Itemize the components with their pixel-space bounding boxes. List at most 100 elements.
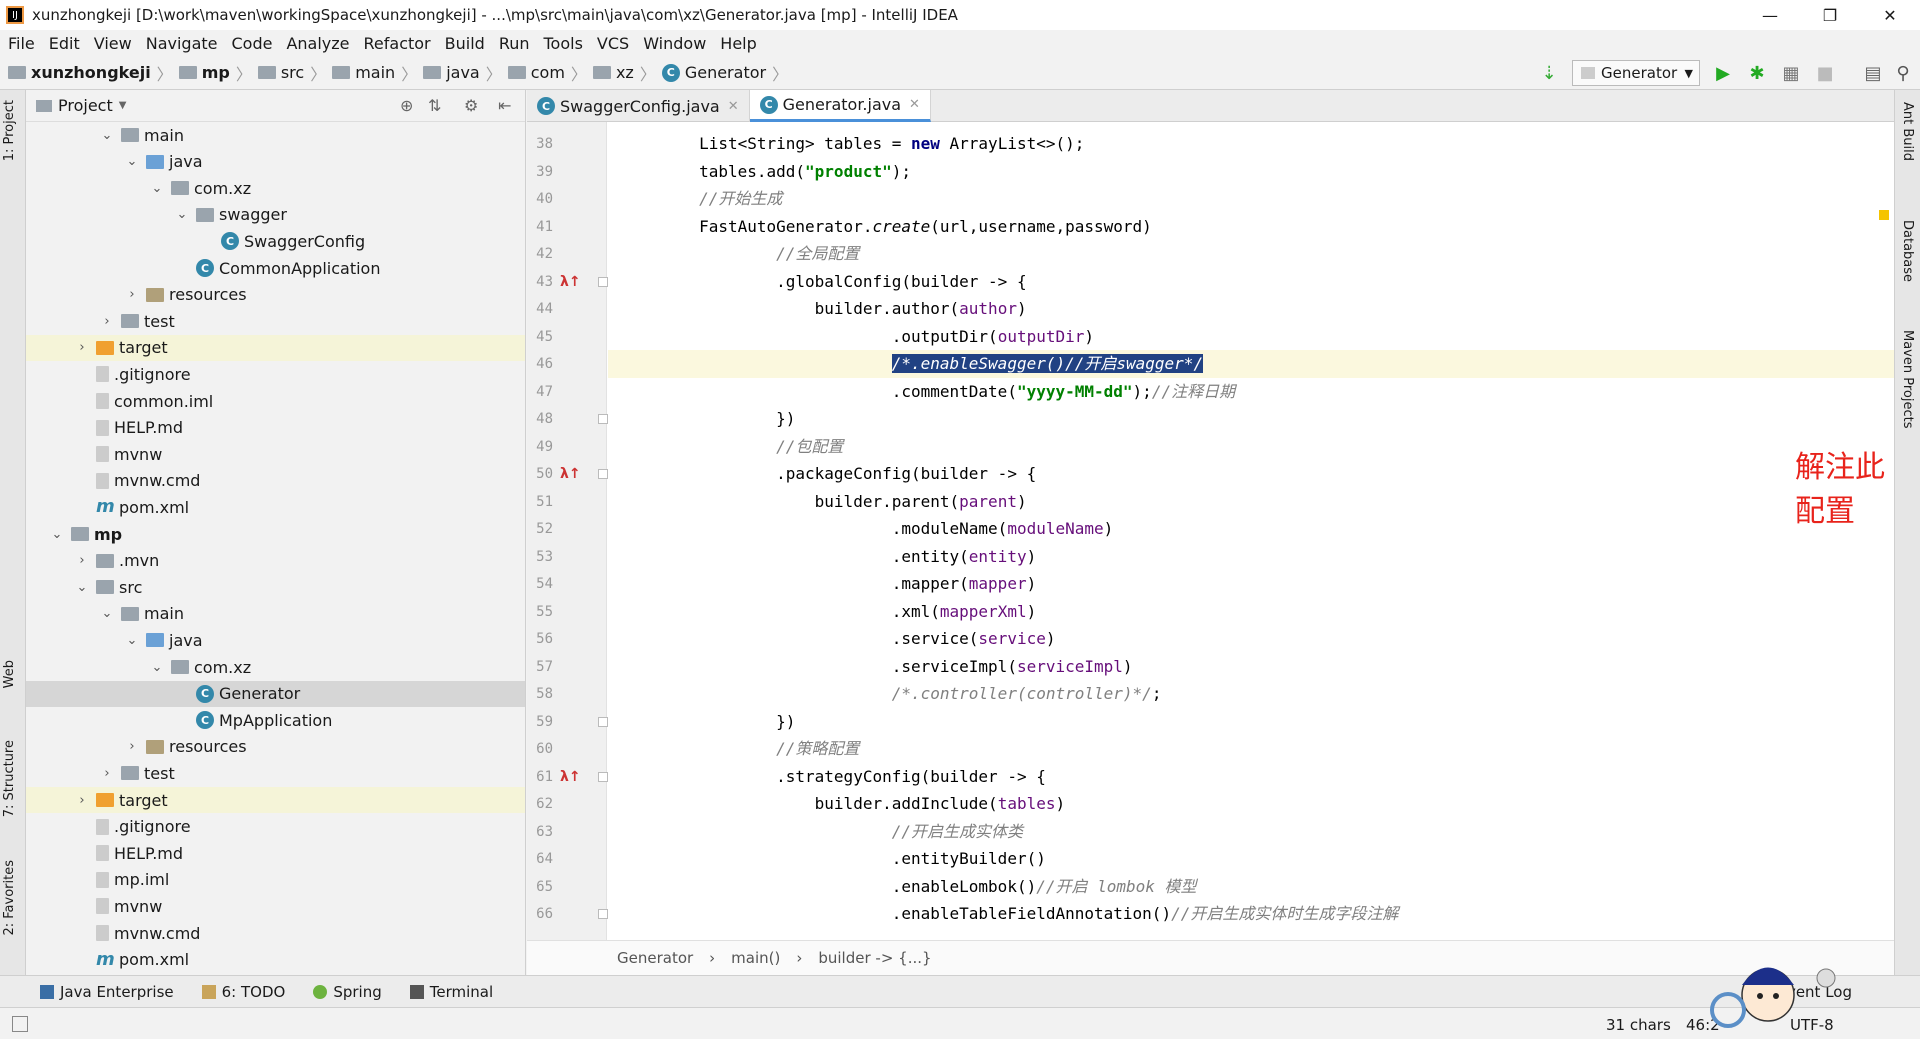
lambda-override-icon[interactable]: λ↑: [560, 466, 581, 482]
tool-tab-web[interactable]: Web: [2, 660, 17, 688]
tree-node[interactable]: HELP.md: [26, 415, 525, 441]
tree-node[interactable]: mvnw.cmd: [26, 468, 525, 494]
tree-node[interactable]: m pom.xml: [26, 947, 525, 973]
menu-file[interactable]: File: [8, 34, 35, 53]
tree-node[interactable]: ⌄ java: [26, 149, 525, 175]
code-line[interactable]: tables.add("product");: [608, 158, 1894, 186]
tab-terminal[interactable]: Terminal: [409, 983, 493, 1001]
tree-node[interactable]: › target: [26, 787, 525, 813]
fold-marker-icon[interactable]: [598, 469, 608, 479]
project-structure-icon[interactable]: ▤: [1862, 62, 1884, 84]
restore-button[interactable]: ❐: [1800, 0, 1860, 30]
breadcrumb-item[interactable]: com 〉: [507, 61, 587, 85]
code-line[interactable]: .xml(mapperXml): [608, 598, 1894, 626]
code-line[interactable]: .enableLombok()//开启 lombok 模型: [608, 873, 1894, 901]
tree-node[interactable]: mvnw: [26, 893, 525, 919]
stop-icon[interactable]: ■: [1814, 62, 1836, 84]
menu-window[interactable]: Window: [643, 34, 706, 53]
tree-node[interactable]: C SwaggerConfig: [26, 228, 525, 254]
tree-node[interactable]: › .mvn: [26, 548, 525, 574]
tree-node[interactable]: ⌄ mp: [26, 521, 525, 547]
breadcrumb-item[interactable]: main 〉: [332, 61, 417, 85]
code-line[interactable]: /*.enableSwagger()//开启swagger*/: [608, 350, 1894, 378]
code-line[interactable]: .service(service): [608, 625, 1894, 653]
tree-node[interactable]: mvnw.cmd: [26, 920, 525, 946]
chevron-down-icon[interactable]: ⌄: [124, 154, 140, 169]
tree-node[interactable]: HELP.md: [26, 840, 525, 866]
toggle-tool-windows-icon[interactable]: [12, 1016, 28, 1032]
chevron-right-icon[interactable]: ›: [74, 340, 90, 355]
tool-tab-database[interactable]: Database: [1900, 220, 1915, 282]
close-tab-icon[interactable]: ✕: [728, 99, 739, 114]
chevron-right-icon[interactable]: ›: [74, 553, 90, 568]
tool-tab-project[interactable]: 1: Project: [2, 100, 17, 161]
tree-node[interactable]: C MpApplication: [26, 707, 525, 733]
tree-node[interactable]: › test: [26, 760, 525, 786]
editor-tab[interactable]: C Generator.java ✕: [749, 90, 931, 122]
lambda-override-icon[interactable]: λ↑: [560, 769, 581, 785]
code-area[interactable]: List<String> tables = new ArrayList<>();…: [608, 122, 1894, 940]
locate-icon[interactable]: ⊕: [400, 96, 413, 115]
close-button[interactable]: ✕: [1860, 0, 1920, 30]
tree-node[interactable]: ⌄ com.xz: [26, 654, 525, 680]
menu-edit[interactable]: Edit: [49, 34, 80, 53]
editor-tab[interactable]: C SwaggerConfig.java ✕: [527, 90, 750, 122]
code-line[interactable]: .mapper(mapper): [608, 570, 1894, 598]
fold-marker-icon[interactable]: [598, 276, 608, 287]
menu-run[interactable]: Run: [499, 34, 530, 53]
code-line[interactable]: .enableTableFieldAnnotation()//开启生成实体时生成…: [608, 900, 1894, 928]
breadcrumb-item[interactable]: src 〉: [257, 61, 326, 85]
tree-node[interactable]: C CommonApplication: [26, 255, 525, 281]
tree-node[interactable]: ⌄ swagger: [26, 202, 525, 228]
fold-marker-icon[interactable]: [598, 909, 608, 919]
code-line[interactable]: builder.parent(parent): [608, 488, 1894, 516]
hide-panel-icon[interactable]: ⇤: [498, 96, 511, 115]
code-line[interactable]: //策略配置: [608, 735, 1894, 763]
tree-node[interactable]: ⌄ main: [26, 122, 525, 148]
code-line[interactable]: //全局配置: [608, 240, 1894, 268]
chevron-down-icon[interactable]: ⌄: [49, 527, 65, 542]
menu-view[interactable]: View: [94, 34, 132, 53]
tree-node[interactable]: m pom.xml: [26, 494, 525, 520]
editor-breadcrumb-item[interactable]: Generator: [617, 949, 693, 967]
lambda-override-icon[interactable]: λ↑: [560, 274, 581, 290]
menu-vcs[interactable]: VCS: [597, 34, 629, 53]
code-line[interactable]: }): [608, 405, 1894, 433]
code-line[interactable]: .globalConfig(builder -> {: [608, 268, 1894, 296]
code-line[interactable]: }): [608, 708, 1894, 736]
code-line[interactable]: .serviceImpl(serviceImpl): [608, 653, 1894, 681]
tab-todo[interactable]: 6: TODO: [201, 983, 285, 1001]
tree-node[interactable]: ⌄ com.xz: [26, 175, 525, 201]
tree-node[interactable]: ⌄ java: [26, 627, 525, 653]
close-tab-icon[interactable]: ✕: [909, 97, 920, 112]
project-panel-title[interactable]: Project: [58, 96, 113, 115]
run-icon[interactable]: ▶: [1712, 62, 1734, 84]
debug-icon[interactable]: ✱: [1746, 62, 1768, 84]
chevron-right-icon[interactable]: ›: [124, 739, 140, 754]
fold-marker-icon[interactable]: [598, 771, 608, 782]
warning-stripe-marker[interactable]: [1879, 210, 1889, 220]
tab-spring[interactable]: Spring: [313, 983, 382, 1001]
run-configuration-select[interactable]: Generator ▼: [1572, 60, 1700, 86]
code-line[interactable]: .moduleName(moduleName): [608, 515, 1894, 543]
code-line[interactable]: List<String> tables = new ArrayList<>();: [608, 130, 1894, 158]
chevron-down-icon[interactable]: ⌄: [99, 128, 115, 143]
code-line[interactable]: builder.addInclude(tables): [608, 790, 1894, 818]
code-line[interactable]: .strategyConfig(builder -> {: [608, 763, 1894, 791]
breadcrumb-item[interactable]: java 〉: [423, 61, 502, 85]
tool-tab-favorites[interactable]: 2: Favorites: [2, 860, 17, 936]
code-line[interactable]: .entityBuilder(): [608, 845, 1894, 873]
chevron-down-icon[interactable]: ▼: [119, 100, 127, 111]
chevron-down-icon[interactable]: ⌄: [124, 633, 140, 648]
breadcrumb-item[interactable]: xunzhongkeji 〉: [8, 61, 173, 85]
coverage-icon[interactable]: ▦: [1780, 62, 1802, 84]
breadcrumb-item[interactable]: xz 〉: [592, 61, 656, 85]
code-line[interactable]: /*.controller(controller)*/;: [608, 680, 1894, 708]
fold-marker-icon[interactable]: [598, 716, 608, 727]
code-line[interactable]: //包配置: [608, 433, 1894, 461]
chevron-down-icon[interactable]: ⌄: [174, 207, 190, 222]
chevron-down-icon[interactable]: ⌄: [74, 580, 90, 595]
breadcrumb-item[interactable]: mp 〉: [178, 61, 252, 85]
gear-icon[interactable]: ⚙: [464, 96, 478, 115]
chevron-right-icon[interactable]: ›: [74, 793, 90, 808]
